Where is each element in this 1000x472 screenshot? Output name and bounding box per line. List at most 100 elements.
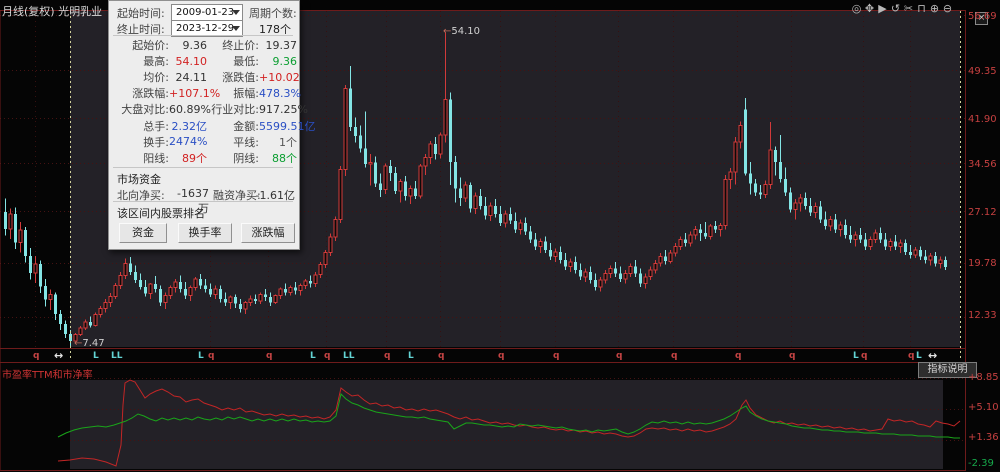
stat-value: 1个 bbox=[279, 135, 297, 149]
x-axis-marker: L bbox=[93, 351, 99, 361]
stat-label: 涨跌值: bbox=[222, 71, 259, 85]
y-axis-label: 19.78 bbox=[968, 258, 997, 269]
x-axis-marker: L bbox=[408, 351, 414, 361]
x-axis-marker: q bbox=[384, 351, 391, 361]
stat-value: 24.11 bbox=[175, 70, 208, 84]
x-axis-marker: LL bbox=[343, 351, 355, 361]
zoom-out-icon[interactable]: ⊖ bbox=[941, 2, 954, 15]
y-axis-label: 34.56 bbox=[968, 159, 997, 170]
x-axis-marker: q bbox=[438, 351, 445, 361]
stat-label: 起始价: bbox=[132, 39, 169, 53]
range-handle-left[interactable]: ↔ bbox=[54, 349, 63, 362]
x-axis-marker: q bbox=[861, 351, 868, 361]
stat-value: 478.3% bbox=[259, 86, 301, 100]
zoom-in-icon[interactable]: ⊕ bbox=[928, 2, 941, 15]
play-icon[interactable]: ▶ bbox=[876, 2, 889, 15]
scissors-icon[interactable]: ✂ bbox=[902, 2, 915, 15]
stat-label: 最低: bbox=[233, 55, 259, 69]
stat-label: 均价: bbox=[143, 71, 169, 85]
stat-value: +107.1% bbox=[169, 86, 221, 100]
divider bbox=[113, 201, 293, 202]
stat-value: 9.36 bbox=[182, 38, 208, 52]
start-time-label: 起始时间: bbox=[117, 7, 165, 20]
stat-label: 阴线: bbox=[233, 151, 259, 165]
sub-y-axis-label: -2.39 bbox=[968, 458, 994, 469]
stat-label: 涨跌幅: bbox=[132, 87, 169, 101]
stat-label: 最高: bbox=[143, 55, 169, 69]
turnover-rank-button[interactable]: 换手率 bbox=[178, 223, 232, 243]
x-axis-marker: q bbox=[671, 351, 678, 361]
selection-region-sub bbox=[70, 380, 943, 469]
divider bbox=[113, 35, 293, 36]
market-funds-title: 市场资金 bbox=[117, 173, 161, 186]
sub-chart-top-border bbox=[0, 362, 966, 363]
indicator-label: 市盈率TTM和市净率 bbox=[2, 370, 93, 381]
stat-label: 大盘对比: bbox=[121, 103, 169, 117]
y-axis-label: 56.69 bbox=[968, 11, 997, 22]
sub-y-axis-label: +8.85 bbox=[968, 372, 999, 383]
main-chart-bottom-border bbox=[0, 348, 966, 349]
stat-label: 振幅: bbox=[233, 87, 259, 101]
sub-y-axis-label: +1.36 bbox=[968, 432, 999, 443]
x-axis-marker: q bbox=[735, 351, 742, 361]
chevron-down-icon bbox=[232, 10, 240, 15]
x-axis-marker: q bbox=[266, 351, 273, 361]
page-title: 月线(复权) 光明乳业 bbox=[2, 5, 103, 18]
range-stats-dialog: 起始时间: 2009-01-23 终止时间: 2023-12-29 周期个数: … bbox=[108, 0, 316, 250]
range-handle-right[interactable]: ↔ bbox=[928, 349, 937, 362]
stat-label: 金额: bbox=[233, 119, 259, 133]
y-axis-label: 49.35 bbox=[968, 66, 997, 77]
stat-value: 19.37 bbox=[265, 38, 298, 52]
stat-label: 平线: bbox=[233, 135, 259, 149]
right-axis-border bbox=[965, 10, 966, 471]
x-axis-marker: L bbox=[310, 351, 316, 361]
x-axis-marker: q bbox=[498, 351, 505, 361]
stat-label: 换手: bbox=[143, 135, 169, 149]
left-border bbox=[0, 10, 1, 471]
hand-icon[interactable]: ✥ bbox=[863, 2, 876, 15]
funds-rank-button[interactable]: 资金 bbox=[119, 223, 167, 243]
x-axis-marker: L bbox=[853, 351, 859, 361]
stat-value: 54.10 bbox=[175, 54, 208, 68]
x-axis-marker: L bbox=[198, 351, 204, 361]
stat-value: 2.32亿 bbox=[171, 119, 208, 133]
eye-icon[interactable]: ◎ bbox=[850, 2, 863, 15]
undo-icon[interactable]: ↺ bbox=[889, 2, 902, 15]
change-rank-button[interactable]: 涨跌幅 bbox=[241, 223, 295, 243]
stat-value: 9.36 bbox=[272, 54, 298, 68]
x-axis-marker: L bbox=[916, 351, 922, 361]
lock-icon[interactable]: ⊓ bbox=[915, 2, 928, 15]
x-axis-marker: q bbox=[324, 351, 331, 361]
y-axis-label: 27.12 bbox=[968, 207, 997, 218]
x-axis-marker: q bbox=[789, 351, 796, 361]
low-price-annotation: ←7.47 bbox=[74, 338, 105, 349]
x-axis-marker: q bbox=[616, 351, 623, 361]
x-axis-marker: q bbox=[33, 351, 40, 361]
sub-y-axis-label: +5.10 bbox=[968, 402, 999, 413]
stat-value: 89个 bbox=[182, 151, 207, 165]
stat-label: 阳线: bbox=[143, 151, 169, 165]
chevron-down-icon bbox=[232, 26, 240, 31]
stats-grid: 起始价: 9.36 终止价: 19.37 最高: 54.10 最低: 9.36 均价: 24.11… bbox=[113, 37, 316, 166]
high-price-annotation: ←54.10 bbox=[443, 26, 481, 37]
period-count-label: 周期个数: bbox=[249, 7, 297, 20]
stat-value: 88个 bbox=[272, 151, 297, 165]
stat-value: 917.25% bbox=[259, 102, 308, 116]
x-axis-marker: q bbox=[553, 351, 560, 361]
stat-value: +10.02 bbox=[259, 70, 300, 84]
stat-value: 5599.51亿 bbox=[259, 119, 316, 133]
stat-label: 终止价: bbox=[222, 39, 259, 53]
x-axis-marker: q bbox=[908, 351, 915, 361]
x-axis-marker: LL bbox=[111, 351, 123, 361]
y-axis-label: 12.33 bbox=[968, 310, 997, 321]
divider bbox=[113, 167, 293, 168]
stat-label: 行业对比: bbox=[211, 103, 259, 117]
y-axis-label: 41.90 bbox=[968, 114, 997, 125]
app-window: 月线(复权) 光明乳业 ◎ ✥ ▶ ↺ ✂ ⊓ ⊕ ⊖ × ←54.10 ←7.47 ↔ ↔ … bbox=[0, 0, 1000, 472]
stat-value: 60.89% bbox=[169, 102, 211, 116]
stat-label: 总手: bbox=[143, 119, 169, 133]
start-date-combobox[interactable]: 2009-01-23 bbox=[171, 4, 243, 21]
stat-value: 2474% bbox=[169, 135, 208, 149]
x-axis-marker: q bbox=[208, 351, 215, 361]
ranking-title: 该区间内股票排名 bbox=[117, 207, 205, 220]
